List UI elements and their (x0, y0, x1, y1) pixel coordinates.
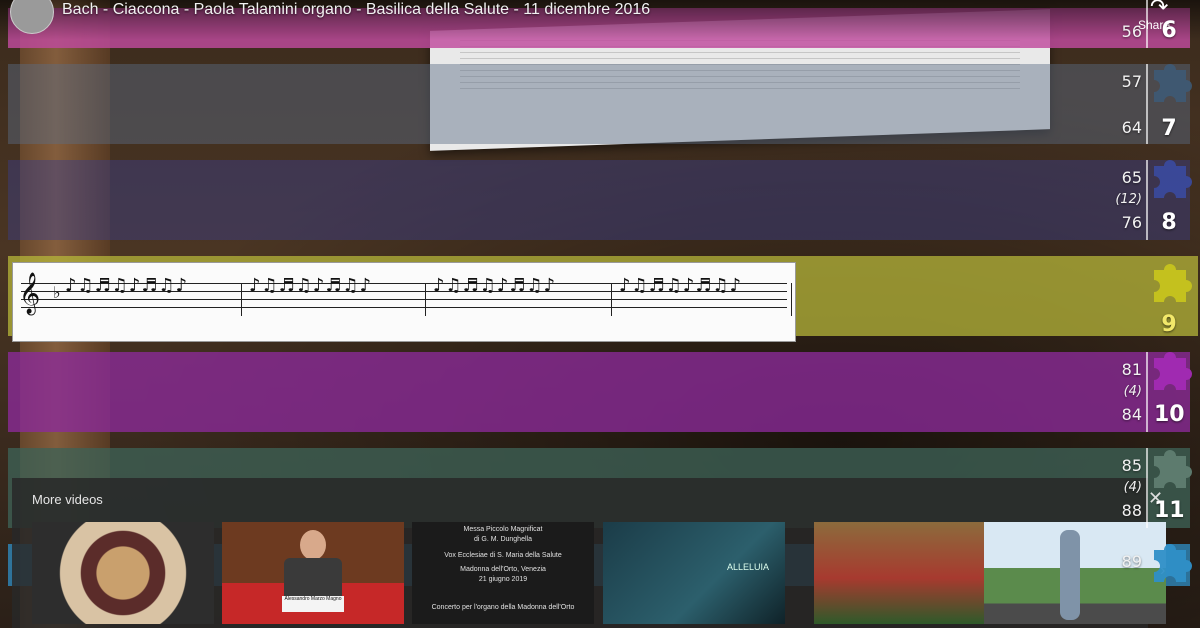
thumb-figure (1060, 530, 1080, 620)
measure-1-notes: ♪♫♬♫♪♬♫♪ (65, 275, 189, 296)
thumb-caption: ALLELUIA (727, 562, 770, 572)
treble-clef-icon: 𝄞 (19, 273, 41, 314)
puzzle-piece-icon (1154, 264, 1192, 302)
video-thumbnail[interactable]: Messa Piccolo Magnificat di G. M. Dunghe… (412, 522, 594, 624)
puzzle-piece-icon (1154, 64, 1192, 102)
measure-start: 65 (1121, 168, 1142, 187)
measure-end: 64 (1121, 118, 1142, 137)
measure-count: (12) (1115, 192, 1142, 207)
measure-end: 88 (1121, 501, 1142, 520)
timeline-bar (1146, 0, 1148, 48)
share-icon[interactable]: ↷ (1150, 0, 1168, 20)
music-notation: 𝄞 ♭ ♪♫♬♫♪♬♫♪ ♪♫♬♫♪♬♫♪ ♪♫♬♫♪♬♫♪ ♪♫♬♫♪♬♫♪ (12, 262, 796, 342)
thumb-text-line: 21 giugno 2019 (478, 576, 528, 583)
speaker-face (300, 530, 326, 560)
thumb-text-line: di G. M. Dunghella (474, 536, 532, 543)
measure-start: 85 (1121, 456, 1142, 475)
measure-start: 89 (1121, 552, 1142, 571)
video-thumbnail[interactable]: ALLELUIA (603, 522, 785, 624)
speaker-torso (284, 558, 342, 598)
measure-3-notes: ♪♫♬♫♪♬♫♪ (433, 275, 557, 296)
measure-end: 76 (1121, 213, 1142, 232)
flat-sign-icon: ♭ (53, 283, 61, 302)
puzzle-piece-icon (1154, 544, 1192, 582)
video-thumbnail[interactable] (32, 522, 214, 624)
video-thumbnail[interactable] (984, 522, 1166, 624)
measure-start: 56 (1121, 22, 1142, 41)
measure-2-notes: ♪♫♬♫♪♬♫♪ (249, 275, 373, 296)
band-piece-8 (8, 160, 1190, 240)
piece-number: 6 (1161, 18, 1177, 43)
measure-4-notes: ♪♫♬♫♪♬♫♪ (619, 275, 743, 296)
puzzle-piece-icon (1154, 352, 1192, 390)
band-piece-7 (8, 64, 1190, 144)
piece-number: 7 (1161, 116, 1177, 141)
video-thumbnail[interactable]: Alessandro Marzo Magno (222, 522, 404, 624)
band-piece-10 (8, 352, 1190, 432)
measure-count: (4) (1123, 480, 1142, 495)
puzzle-piece-icon (1154, 160, 1192, 198)
video-thumbnail[interactable] (814, 522, 996, 624)
thumb-text-line: Madonna dell'Orto, Venezia (460, 566, 546, 573)
more-videos-label: More videos (32, 492, 103, 507)
channel-avatar[interactable] (10, 0, 54, 34)
barline (791, 283, 792, 316)
video-title[interactable]: Bach - Ciaccona - Paola Talamini organo … (62, 1, 650, 19)
barline (611, 283, 612, 316)
measure-start: 57 (1121, 72, 1142, 91)
barline (425, 283, 426, 316)
video-header: Bach - Ciaccona - Paola Talamini organo … (0, 0, 1200, 40)
measure-end: 84 (1121, 405, 1142, 424)
puzzle-piece-icon (1154, 450, 1192, 488)
piece-number: 9 (1161, 312, 1177, 337)
piece-number: 8 (1161, 210, 1177, 235)
thumb-text-line: Messa Piccolo Magnificat (463, 526, 543, 533)
speaker-nameplate: Alessandro Marzo Magno (282, 596, 344, 612)
piece-number: 11 (1154, 498, 1185, 523)
thumb-text-line: Concerto per l'organo della Madonna dell… (431, 604, 575, 611)
piece-number: 10 (1154, 402, 1185, 427)
barline (241, 283, 242, 316)
thumb-text-line: Vox Ecclesiae di S. Maria della Salute (444, 552, 562, 559)
measure-count: (4) (1123, 384, 1142, 399)
measure-start: 81 (1121, 360, 1142, 379)
